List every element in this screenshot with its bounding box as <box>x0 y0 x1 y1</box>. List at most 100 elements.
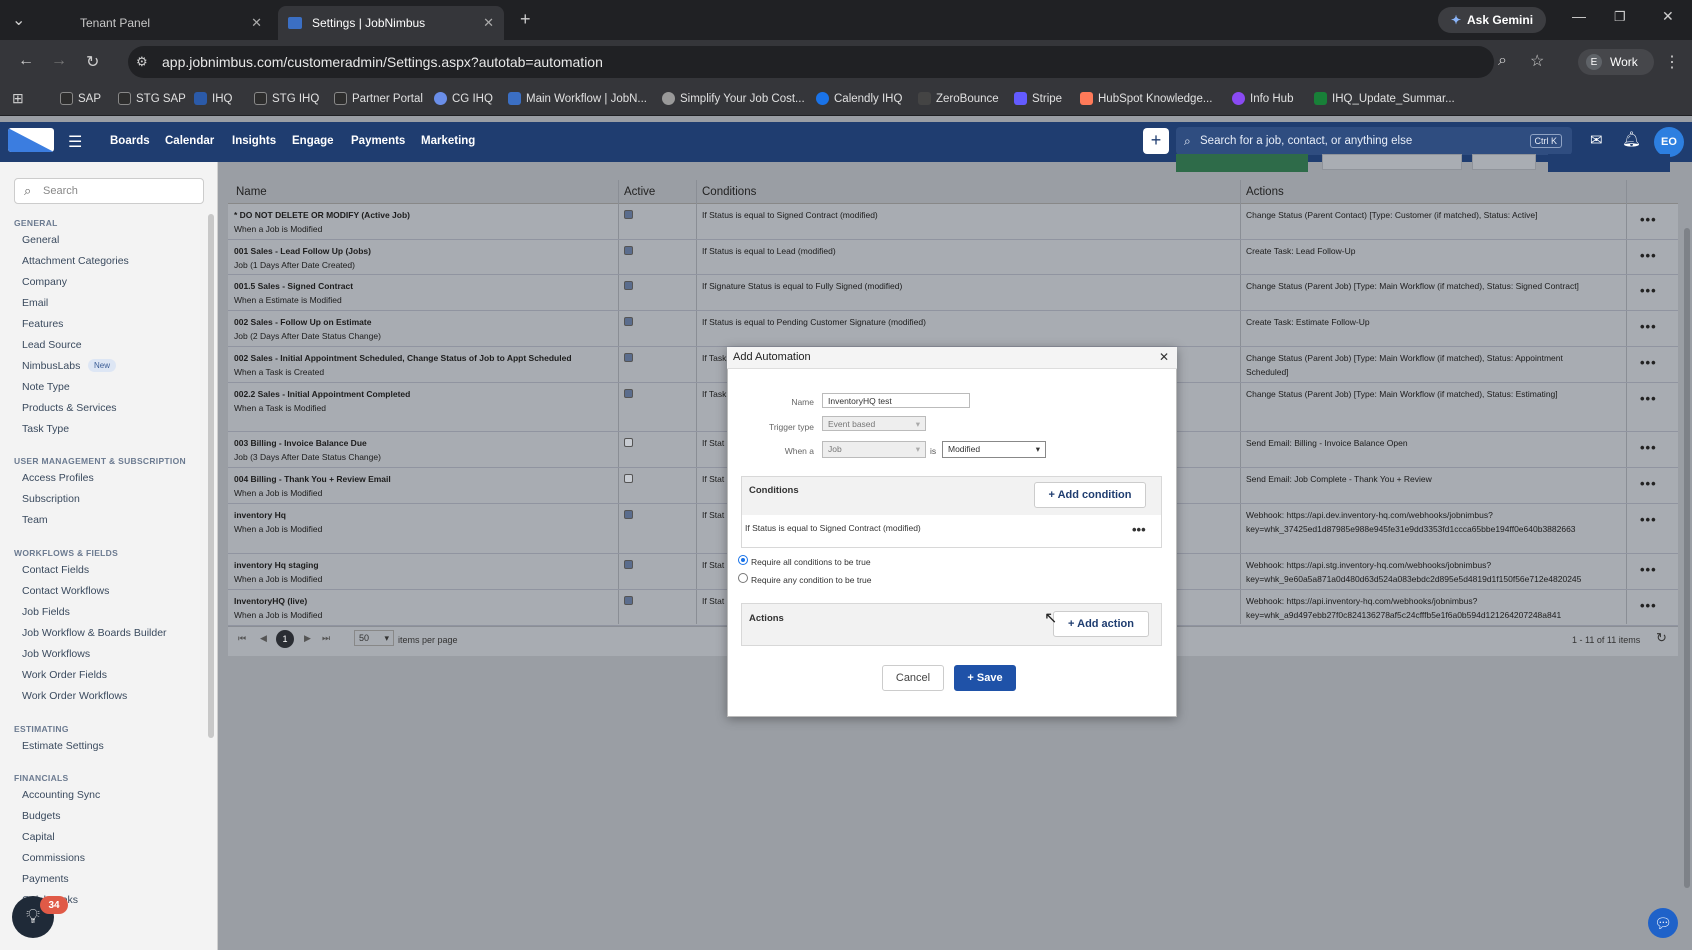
reload-icon[interactable]: ↻ <box>86 52 99 72</box>
user-avatar[interactable]: EO <box>1654 127 1684 157</box>
row-more-icon[interactable]: ••• <box>1640 355 1657 370</box>
filter-select[interactable] <box>1322 154 1462 170</box>
automation-name[interactable]: 002 Sales - Initial Appointment Schedule… <box>234 351 572 365</box>
new-tab-icon[interactable]: + <box>520 9 531 30</box>
bookmark-hubspot[interactable]: HubSpot Knowledge... <box>1080 92 1212 105</box>
sidebar-item-budgets[interactable]: Budgets <box>22 810 61 822</box>
chat-bubble-icon[interactable]: 💬︎ <box>1648 908 1678 938</box>
automation-name[interactable]: 001 Sales - Lead Follow Up (Jobs) <box>234 244 371 258</box>
require-any-radio[interactable] <box>738 573 748 583</box>
page-size-select[interactable]: 50 ▾ <box>354 630 394 646</box>
sidebar-item-contact-workflows[interactable]: Contact Workflows <box>22 585 109 597</box>
browser-tab-tenant-panel[interactable]: Tenant Panel ✕ <box>46 6 272 40</box>
row-more-icon[interactable]: ••• <box>1640 562 1657 577</box>
active-checkbox[interactable] <box>624 317 633 326</box>
condition-more-icon[interactable]: ••• <box>1132 522 1146 537</box>
bookmark-zerobounce[interactable]: ZeroBounce <box>918 92 999 105</box>
sidebar-item-job-workflows[interactable]: Job Workflows <box>22 648 90 660</box>
refresh-icon[interactable]: ↻ <box>1656 630 1667 646</box>
bookmark-stg-sap[interactable]: STG SAP <box>118 92 186 105</box>
tab-list-icon[interactable]: ⌄ <box>12 10 25 30</box>
nav-engage[interactable]: Engage <box>292 135 334 147</box>
forward-icon[interactable]: → <box>51 52 67 70</box>
row-more-icon[interactable]: ••• <box>1640 391 1657 406</box>
add-automation-button[interactable] <box>1548 154 1670 172</box>
sidebar-item-work-order-fields[interactable]: Work Order Fields <box>22 669 107 681</box>
last-page-icon[interactable]: ⏭ <box>322 633 330 644</box>
active-checkbox[interactable] <box>624 510 633 519</box>
global-search-input[interactable]: ⌕ Search for a job, contact, or anything… <box>1176 127 1572 155</box>
bookmark-sap[interactable]: SAP <box>60 92 101 105</box>
back-icon[interactable]: ← <box>18 52 34 70</box>
url-field[interactable]: app.jobnimbus.com/customeradmin/Settings… <box>128 46 1494 78</box>
notifications-bell-icon[interactable]: 🔔︎ <box>1622 130 1641 148</box>
sidebar-item-payments[interactable]: Payments <box>22 873 69 885</box>
sidebar-item-products-services[interactable]: Products & Services <box>22 402 117 414</box>
column-header-conditions[interactable]: Conditions <box>702 186 756 198</box>
nav-payments[interactable]: Payments <box>351 135 405 147</box>
row-more-icon[interactable]: ••• <box>1640 248 1657 263</box>
prev-page-icon[interactable]: ◀ <box>260 633 267 644</box>
site-info-icon[interactable]: ⚙ <box>136 54 148 70</box>
require-all-radio[interactable] <box>738 555 748 565</box>
sidebar-search-input[interactable]: ⌕ Search <box>14 178 204 204</box>
sidebar-item-task-type[interactable]: Task Type <box>22 423 69 435</box>
sidebar-item-commissions[interactable]: Commissions <box>22 852 85 864</box>
ask-gemini-button[interactable]: ✦ Ask Gemini <box>1438 7 1546 33</box>
nav-calendar[interactable]: Calendar <box>165 135 214 147</box>
active-checkbox[interactable] <box>624 389 633 398</box>
sidebar-item-lead-source[interactable]: Lead Source <box>22 339 82 351</box>
sidebar-item-contact-fields[interactable]: Contact Fields <box>22 564 89 576</box>
filter-button[interactable] <box>1472 154 1536 170</box>
bookmark-ihq[interactable]: IHQ <box>194 92 232 105</box>
column-header-actions[interactable]: Actions <box>1246 186 1284 198</box>
add-new-icon[interactable]: + <box>1143 128 1169 154</box>
sidebar-item-email[interactable]: Email <box>22 297 48 309</box>
hamburger-menu-icon[interactable]: ☰ <box>68 132 82 152</box>
browser-tab-settings[interactable]: Settings | JobNimbus ✕ <box>278 6 504 40</box>
sidebar-item-job-fields[interactable]: Job Fields <box>22 606 70 618</box>
sidebar-item-job-workflow-boards-builder[interactable]: Job Workflow & Boards Builder <box>22 627 167 639</box>
sidebar-item-features[interactable]: Features <box>22 318 63 330</box>
sidebar-scrollbar[interactable] <box>208 214 214 738</box>
active-checkbox[interactable] <box>624 560 633 569</box>
bookmark-calendly-ihq[interactable]: Calendly IHQ <box>816 92 902 105</box>
automation-name[interactable]: 003 Billing - Invoice Balance Due <box>234 436 367 450</box>
page-number-button[interactable]: 1 <box>276 630 294 648</box>
automation-name[interactable]: inventory Hq staging <box>234 558 319 572</box>
active-checkbox[interactable] <box>624 596 633 605</box>
cancel-button[interactable]: Cancel <box>882 665 944 691</box>
minimize-icon[interactable]: — <box>1572 8 1586 24</box>
row-more-icon[interactable]: ••• <box>1640 598 1657 613</box>
column-header-name[interactable]: Name <box>236 186 267 198</box>
add-text-automation-button[interactable] <box>1176 154 1308 172</box>
active-checkbox[interactable] <box>624 210 633 219</box>
nav-insights[interactable]: Insights <box>232 135 276 147</box>
zoom-icon[interactable]: ⌕ <box>1498 52 1507 70</box>
bookmark-main-workflow[interactable]: Main Workflow | JobN... <box>508 92 647 105</box>
add-action-button[interactable]: + Add action <box>1053 611 1149 637</box>
active-checkbox[interactable] <box>624 438 633 447</box>
bookmark-partner-portal[interactable]: Partner Portal <box>334 92 423 105</box>
sidebar-item-access-profiles[interactable]: Access Profiles <box>22 472 94 484</box>
sidebar-item-general[interactable]: General <box>22 234 59 246</box>
messages-icon[interactable]: ✉ <box>1590 131 1603 149</box>
close-window-icon[interactable]: ✕ <box>1662 8 1674 25</box>
bookmark-cg-ihq[interactable]: CG IHQ <box>434 92 493 105</box>
sidebar-item-nimbuslabs[interactable]: NimbusLabs <box>22 360 80 372</box>
active-checkbox[interactable] <box>624 246 633 255</box>
automation-name[interactable]: 004 Billing - Thank You + Review Email <box>234 472 391 486</box>
bookmark-star-icon[interactable]: ☆ <box>1530 51 1544 71</box>
bookmark-stg-ihq[interactable]: STG IHQ <box>254 92 319 105</box>
close-tab-icon[interactable]: ✕ <box>251 15 262 31</box>
row-more-icon[interactable]: ••• <box>1640 319 1657 334</box>
row-more-icon[interactable]: ••• <box>1640 476 1657 491</box>
automation-name[interactable]: 002 Sales - Follow Up on Estimate <box>234 315 371 329</box>
bookmark-info-hub[interactable]: Info Hub <box>1232 92 1293 105</box>
row-more-icon[interactable]: ••• <box>1640 440 1657 455</box>
restore-icon[interactable]: ❐ <box>1614 9 1626 25</box>
event-select[interactable]: Modified ▾ <box>942 441 1046 458</box>
sidebar-item-estimate-settings[interactable]: Estimate Settings <box>22 740 104 752</box>
active-checkbox[interactable] <box>624 353 633 362</box>
sidebar-item-note-type[interactable]: Note Type <box>22 381 70 393</box>
